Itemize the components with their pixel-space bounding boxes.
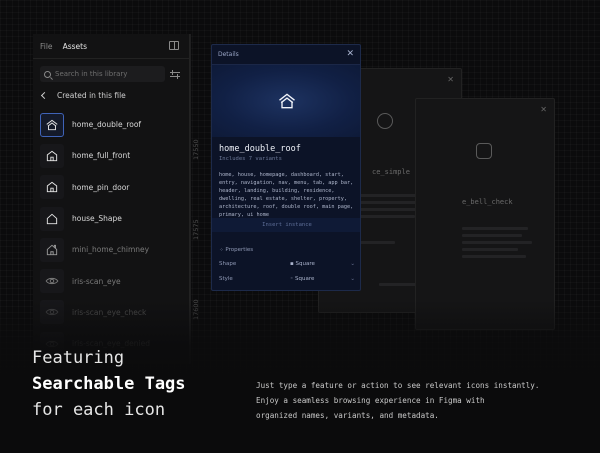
description-line-3: organized names, variants, and metadata. <box>256 411 439 420</box>
card-title: ce_simple <box>372 168 410 176</box>
property-row-shape[interactable]: Shape ▪ Square ⌄ <box>219 261 357 267</box>
chevron-down-icon: ⌄ <box>350 261 355 267</box>
bell-check-icon <box>476 143 492 159</box>
headline-line-3: for each icon <box>32 400 166 420</box>
tab-assets[interactable]: Assets <box>63 42 87 51</box>
property-value: ◦ Square <box>290 276 315 282</box>
house-shape-icon <box>40 206 64 231</box>
line <box>462 241 532 244</box>
headline-line-2: Searchable Tags <box>32 374 186 394</box>
close-icon: ✕ <box>540 105 547 114</box>
list-item[interactable]: home_double_roof <box>40 109 188 140</box>
ruler-label: 17550 <box>192 139 200 160</box>
asset-name: home_double_roof <box>72 120 142 130</box>
description: Just type a feature or action to see rel… <box>256 378 556 423</box>
insert-instance-button[interactable]: Insert instance <box>212 218 360 232</box>
line <box>462 248 518 251</box>
ruler-label: 17575 <box>192 219 200 240</box>
line <box>355 215 415 218</box>
tab-file[interactable]: File <box>40 42 53 51</box>
property-row-style[interactable]: Style ◦ Square ⌄ <box>219 276 357 282</box>
asset-name: house_Shape <box>72 214 122 224</box>
line <box>462 255 526 258</box>
asset-name: home_pin_door <box>72 182 130 192</box>
icon-preview <box>212 65 360 137</box>
divider <box>33 58 189 59</box>
line <box>462 227 528 230</box>
properties-label: Properties <box>225 247 254 253</box>
close-icon[interactable]: ✕ <box>346 49 354 59</box>
card-title: e_bell_check <box>462 198 513 206</box>
description-line-2: Enjoy a seamless browsing experience in … <box>256 396 485 405</box>
home-pin-door-icon <box>40 175 64 200</box>
list-item[interactable]: iris-scan_eye <box>40 265 188 296</box>
close-icon: ✕ <box>447 75 454 84</box>
back-label: Created in this file <box>57 91 126 100</box>
background-card-bell-check: ✕ e_bell_check <box>415 98 555 330</box>
search-placeholder: Search in this library <box>55 70 128 78</box>
description-line-1: Just type a feature or action to see rel… <box>256 381 540 390</box>
chevron-down-icon: ⌄ <box>350 276 355 282</box>
list-item[interactable]: home_pin_door <box>40 172 188 203</box>
headline: Featuring Searchable Tags for each icon <box>32 345 186 423</box>
book-icon[interactable] <box>169 41 179 50</box>
asset-name: mini_home_chimney <box>72 245 150 255</box>
headline-line-1: Featuring <box>32 348 125 368</box>
property-value: ▪ Square <box>290 261 315 267</box>
home-full-front-icon <box>40 143 64 168</box>
search-input[interactable]: Search in this library <box>40 66 165 82</box>
iris-scan-eye-icon <box>40 269 64 294</box>
filter-icon[interactable] <box>170 70 180 79</box>
search-tags: home, house, homepage, dashboard, start,… <box>219 172 354 218</box>
property-name: Style <box>219 276 233 282</box>
property-name: Shape <box>219 261 237 267</box>
home-double-roof-icon <box>40 112 64 137</box>
details-modal: Details ✕ home_double_roof Includes 7 va… <box>211 44 361 291</box>
chevron-left-icon <box>40 91 49 100</box>
asset-name: home_full_front <box>72 151 131 161</box>
back-button[interactable]: Created in this file <box>40 91 126 100</box>
panel-tabs: File Assets <box>33 34 189 58</box>
home-double-roof-icon <box>279 93 295 109</box>
modal-header: Details <box>212 45 360 65</box>
list-item[interactable]: house_Shape <box>40 203 188 234</box>
asset-name: iris-scan_eye <box>72 276 121 286</box>
search-icon <box>44 70 51 78</box>
face-icon <box>377 113 393 129</box>
list-item[interactable]: mini_home_chimney <box>40 234 188 265</box>
line <box>355 241 395 244</box>
properties-header: ⁘ Properties <box>219 247 253 253</box>
icon-title: home_double_roof <box>219 144 301 154</box>
line <box>379 283 419 286</box>
mini-home-chimney-icon <box>40 237 64 262</box>
modal-header-label: Details <box>218 51 239 58</box>
variant-count: Includes 7 variants <box>219 156 282 162</box>
list-item[interactable]: home_full_front <box>40 140 188 171</box>
line <box>462 234 522 237</box>
